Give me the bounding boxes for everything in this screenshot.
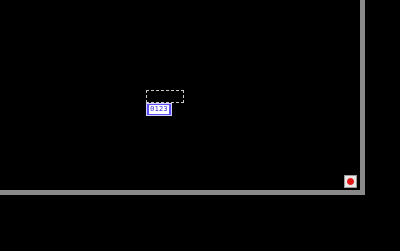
record-button[interactable] <box>344 175 357 188</box>
counter-label: 0123 <box>149 105 169 114</box>
frame-border-bottom <box>0 190 365 195</box>
selection-box[interactable] <box>146 90 184 103</box>
record-icon <box>347 178 354 185</box>
canvas[interactable]: 0123 <box>0 0 360 190</box>
frame-border-right <box>360 0 365 195</box>
counter-badge[interactable]: 0123 <box>146 103 172 116</box>
app-window: 0123 <box>0 0 400 251</box>
